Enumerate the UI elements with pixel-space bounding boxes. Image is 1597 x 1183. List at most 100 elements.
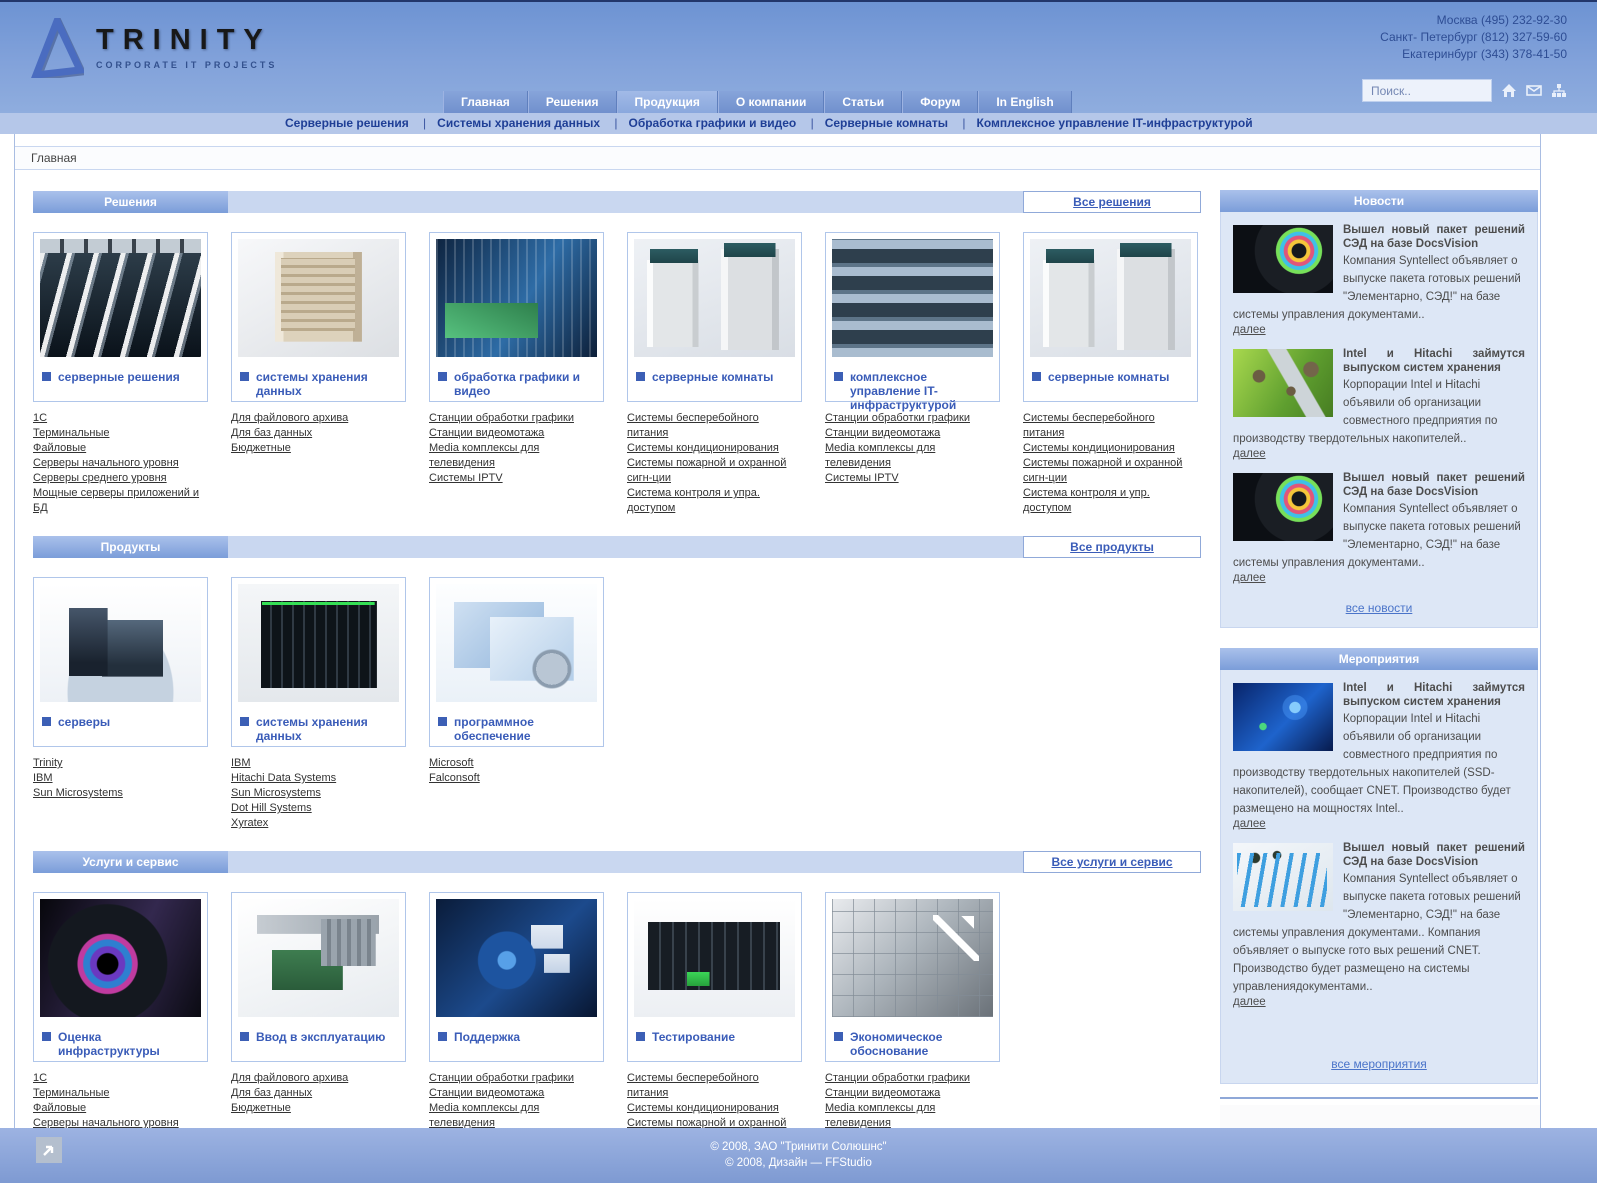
card-link[interactable]: Microsoft xyxy=(429,756,474,771)
card-link[interactable]: IBM xyxy=(231,756,251,771)
service-card[interactable]: Оценка инфраструктуры xyxy=(33,892,208,1062)
card-link[interactable]: Системы IPTV xyxy=(429,471,503,486)
all-news-link[interactable]: все новости xyxy=(1346,601,1413,615)
card-link[interactable]: Media комплексы для телевидения xyxy=(825,1101,1000,1128)
card-link[interactable]: 1С xyxy=(33,411,47,426)
card-link[interactable]: Системы пожарной и охранной сигн-ции xyxy=(627,456,802,486)
card-link[interactable]: Станции видеомотажа xyxy=(825,426,940,441)
event-item[interactable]: Вышел новый пакет решений СЭД на базе Do… xyxy=(1233,841,1525,1008)
news-more-link[interactable]: далее xyxy=(1233,324,1266,336)
card-caption[interactable]: системы хранения данных xyxy=(256,715,401,743)
card-link[interactable]: Системы бесперебойного питания xyxy=(1023,411,1198,441)
card-link[interactable]: Системы кондиционирования xyxy=(627,441,779,456)
card-link[interactable]: Станции обработки графики xyxy=(429,411,574,426)
tab-company[interactable]: О компании xyxy=(717,91,825,113)
card-link[interactable]: Терминальные xyxy=(33,426,109,441)
tab-solutions[interactable]: Решения xyxy=(527,91,617,113)
card-link[interactable]: Media комплексы для телевидения xyxy=(429,441,604,471)
mail-icon[interactable] xyxy=(1526,83,1542,98)
news-more-link[interactable]: далее xyxy=(1233,572,1266,584)
card-link[interactable]: Для баз данных xyxy=(231,1086,312,1101)
service-card[interactable]: Экономическое обоснование xyxy=(825,892,1000,1062)
card-link[interactable]: Системы кондиционирования xyxy=(1023,441,1175,456)
tab-products[interactable]: Продукция xyxy=(616,91,718,113)
tab-home[interactable]: Главная xyxy=(443,91,528,113)
card-link[interactable]: Системы пожарной и охранной сигн-ции xyxy=(627,1116,802,1128)
card-link[interactable]: Xyratex xyxy=(231,816,268,831)
event-more-link[interactable]: далее xyxy=(1233,996,1266,1008)
home-icon[interactable] xyxy=(1501,83,1517,98)
service-card[interactable]: Ввод в эксплуатацию xyxy=(231,892,406,1062)
card-caption[interactable]: системы хранения данных xyxy=(256,370,401,398)
solution-card[interactable]: системы хранения данных xyxy=(231,232,406,402)
product-card[interactable]: системы хранения данных xyxy=(231,577,406,747)
event-more-link[interactable]: далее xyxy=(1233,818,1266,830)
news-item[interactable]: Вышел новый пакет решений СЭД на базе Do… xyxy=(1233,471,1525,584)
card-link[interactable]: Система контроля и упра. доступом xyxy=(627,486,802,516)
subnav-server-rooms[interactable]: Серверные комнаты xyxy=(800,116,948,130)
card-link[interactable]: Sun Microsystems xyxy=(231,786,321,801)
product-card[interactable]: программное обеспечение xyxy=(429,577,604,747)
event-item[interactable]: Intel и Hitachi займутся выпуском систем… xyxy=(1233,681,1525,830)
card-link[interactable]: Серверы среднего уровня xyxy=(33,471,167,486)
card-link[interactable]: Станции видеомотажа xyxy=(429,426,544,441)
card-caption[interactable]: серверные комнаты xyxy=(652,370,773,384)
search-input[interactable] xyxy=(1362,79,1492,102)
subnav-it-management[interactable]: Комплексное управление IT-инфраструктуро… xyxy=(951,116,1252,130)
card-link[interactable]: Для баз данных xyxy=(231,426,312,441)
card-link[interactable]: IBM xyxy=(33,771,53,786)
card-link[interactable]: Media комплексы для телевидения xyxy=(429,1101,604,1128)
card-caption[interactable]: обработка графики и видео xyxy=(454,370,599,398)
card-link[interactable]: Станции обработки графики xyxy=(429,1071,574,1086)
card-caption[interactable]: Экономическое обоснование xyxy=(850,1030,995,1058)
solution-card[interactable]: обработка графики и видео xyxy=(429,232,604,402)
card-caption[interactable]: серверные комнаты xyxy=(1048,370,1169,384)
card-link[interactable]: 1С xyxy=(33,1071,47,1086)
service-card[interactable]: Поддержка xyxy=(429,892,604,1062)
card-link[interactable]: Hitachi Data Systems xyxy=(231,771,336,786)
card-caption[interactable]: серверы xyxy=(58,715,110,729)
card-link[interactable]: Серверы начального уровня xyxy=(33,456,179,471)
card-link[interactable]: Файловые xyxy=(33,441,86,456)
card-link[interactable]: Системы пожарной и охранной сигн-ции xyxy=(1023,456,1198,486)
breadcrumb[interactable]: Главная xyxy=(15,146,1540,170)
product-card[interactable]: серверы xyxy=(33,577,208,747)
logo[interactable]: TRINITY CORPORATE IT PROJECTS xyxy=(30,18,277,78)
card-link[interactable]: Sun Microsystems xyxy=(33,786,123,801)
card-link[interactable]: Системы бесперебойного питания xyxy=(627,1071,802,1101)
card-link[interactable]: Бюджетные xyxy=(231,1101,291,1116)
tab-articles[interactable]: Статьи xyxy=(824,91,903,113)
card-link[interactable]: Терминальные xyxy=(33,1086,109,1101)
card-link[interactable]: Falconsoft xyxy=(429,771,480,786)
card-link[interactable]: Системы бесперебойного питания xyxy=(627,411,802,441)
subnav-storage[interactable]: Системы хранения данных xyxy=(412,116,600,130)
solution-card[interactable]: серверные решения xyxy=(33,232,208,402)
card-link[interactable]: Станции видеомотажа xyxy=(429,1086,544,1101)
subnav-graphics[interactable]: Обработка графики и видео xyxy=(603,116,796,130)
news-item[interactable]: Intel и Hitachi займутся выпуском систем… xyxy=(1233,347,1525,460)
ffstudio-logo-icon[interactable] xyxy=(36,1137,62,1163)
card-link[interactable]: Системы IPTV xyxy=(825,471,899,486)
news-more-link[interactable]: далее xyxy=(1233,448,1266,460)
all-solutions-link[interactable]: Все решения xyxy=(1073,195,1151,209)
card-caption[interactable]: Ввод в эксплуатацию xyxy=(256,1030,385,1044)
card-caption[interactable]: Оценка инфраструктуры xyxy=(58,1030,203,1058)
card-link[interactable]: Бюджетные xyxy=(231,441,291,456)
card-link[interactable]: Dot Hill Systems xyxy=(231,801,312,816)
news-item[interactable]: Вышел новый пакет решений СЭД на базе Do… xyxy=(1233,223,1525,336)
card-link[interactable]: Media комплексы для телевидения xyxy=(825,441,1000,471)
subnav-server-solutions[interactable]: Серверные решения xyxy=(285,116,409,130)
card-caption[interactable]: комплексное управление IT-инфраструктуро… xyxy=(850,370,995,412)
card-link[interactable]: Мощные серверы приложений и БД xyxy=(33,486,208,516)
tab-english[interactable]: In English xyxy=(978,91,1072,113)
card-link[interactable]: Станции обработки графики xyxy=(825,411,970,426)
card-link[interactable]: Trinity xyxy=(33,756,63,771)
card-link[interactable]: Станции видеомотажа xyxy=(825,1086,940,1101)
card-link[interactable]: Система контроля и упр. доступом xyxy=(1023,486,1198,516)
solution-card[interactable]: серверные комнаты xyxy=(1023,232,1198,402)
service-card[interactable]: Тестирование xyxy=(627,892,802,1062)
tab-forum[interactable]: Форум xyxy=(902,91,979,113)
solution-card[interactable]: серверные комнаты xyxy=(627,232,802,402)
card-link[interactable]: Для файлового архива xyxy=(231,1071,348,1086)
card-link[interactable]: Станции обработки графики xyxy=(825,1071,970,1086)
